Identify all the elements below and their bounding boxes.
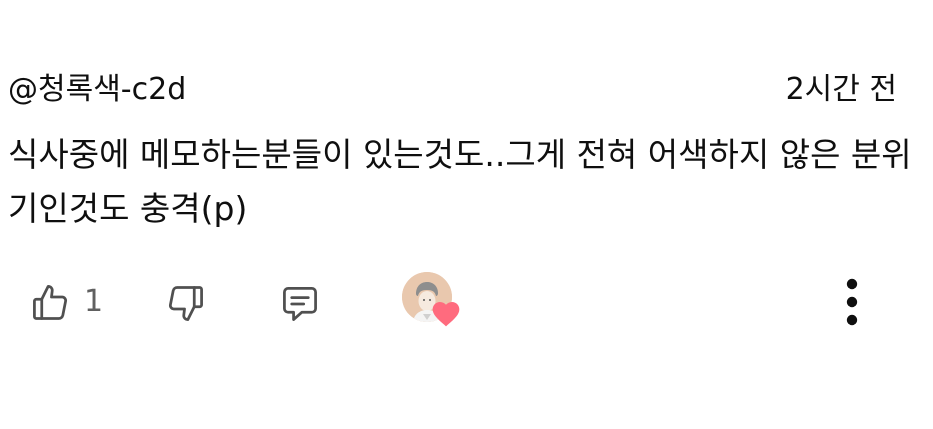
dislike-button[interactable] xyxy=(158,276,214,332)
comment-icon xyxy=(283,287,317,321)
reply-button[interactable] xyxy=(272,276,328,332)
comment-action-bar: 1 xyxy=(0,270,933,334)
comment: @청록색-c2d 2시간 전 식사중에 메모하는분들이 있는것도..그게 전혀 … xyxy=(0,0,933,429)
thumbs-down-icon xyxy=(169,286,203,321)
comment-author[interactable]: @청록색-c2d xyxy=(8,70,186,110)
more-options-button[interactable] xyxy=(824,274,880,330)
like-count: 1 xyxy=(84,284,104,319)
like-button[interactable] xyxy=(22,274,78,330)
creator-heart-badge[interactable] xyxy=(400,270,464,334)
more-vertical-icon xyxy=(846,278,858,326)
thumbs-up-icon xyxy=(33,285,67,320)
comment-text: 식사중에 메모하는분들이 있는것도..그게 전혀 어색하지 않은 분위기인것도 … xyxy=(8,135,912,228)
comment-timestamp[interactable]: 2시간 전 xyxy=(786,70,897,110)
heart-icon xyxy=(432,302,460,327)
